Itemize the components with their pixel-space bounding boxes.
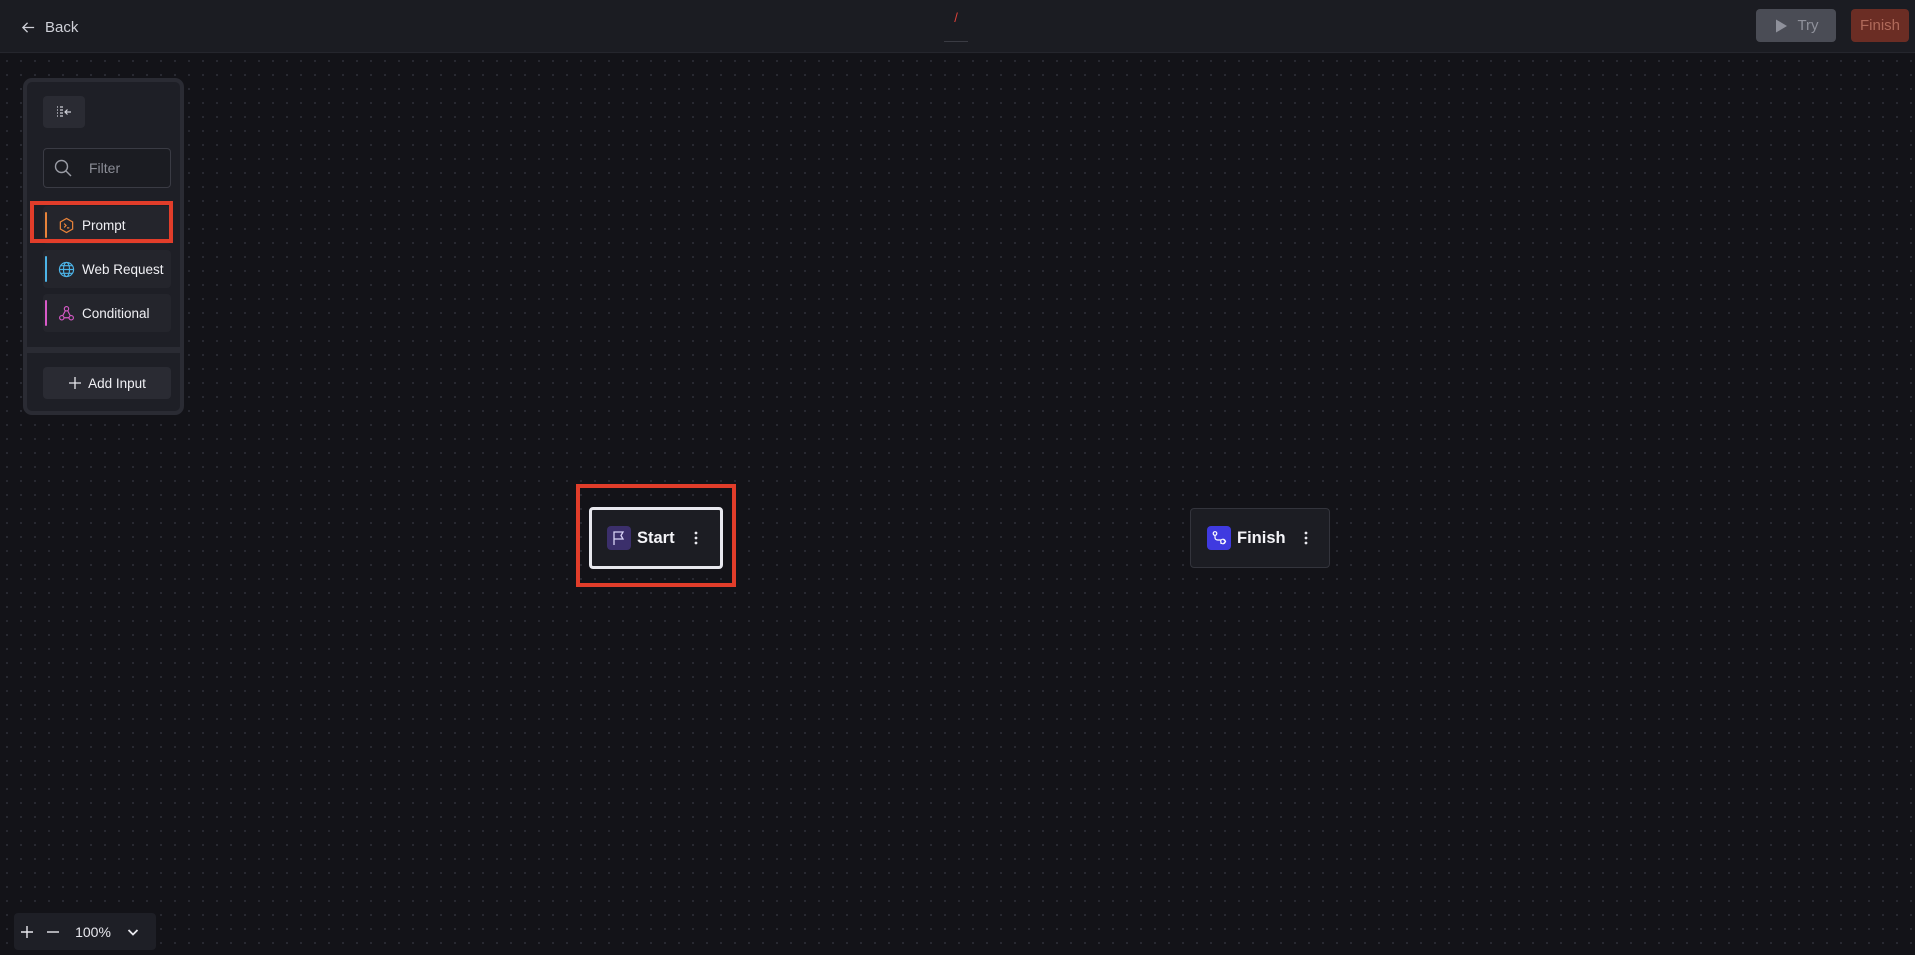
chevron-down-icon [127, 928, 139, 936]
plus-icon [69, 377, 82, 389]
try-button[interactable]: Try [1756, 9, 1836, 42]
node-palette: Prompt Web Request Conditional Add Input [23, 78, 184, 415]
minus-icon [47, 930, 59, 933]
plus-icon [21, 925, 33, 938]
palette-item-conditional[interactable]: Conditional [43, 294, 171, 332]
zoom-in-button[interactable] [14, 919, 40, 945]
breadcrumb[interactable]: / [944, 10, 968, 42]
collapse-sidebar-button[interactable] [43, 96, 85, 128]
start-highlight-box [576, 484, 736, 587]
back-label: Back [45, 18, 79, 36]
filter-input[interactable] [87, 159, 161, 177]
vertical-dots-icon [1304, 531, 1307, 545]
finish-label: Finish [1859, 17, 1900, 34]
divider [27, 347, 180, 353]
add-input-button[interactable]: Add Input [43, 367, 171, 399]
flow-canvas[interactable] [0, 54, 1915, 955]
palette-item-label: Web Request [82, 261, 164, 277]
zoom-controls: 100% [14, 913, 156, 950]
try-label: Try [1797, 17, 1819, 34]
back-button[interactable]: Back [21, 16, 78, 38]
add-input-label: Add Input [88, 375, 146, 391]
finish-node[interactable]: Finish [1190, 508, 1330, 568]
node-menu-button[interactable] [1300, 529, 1312, 547]
globe-icon [57, 260, 75, 278]
zoom-out-button[interactable] [40, 919, 66, 945]
play-icon [1776, 19, 1788, 32]
collapse-panel-icon [57, 106, 71, 117]
route-icon [1207, 526, 1231, 550]
top-bar: Back / Try Finish [0, 0, 1915, 53]
accent-stripe [45, 300, 47, 326]
search-icon [54, 159, 72, 177]
finish-button[interactable]: Finish [1851, 9, 1909, 42]
accent-stripe [45, 256, 47, 282]
prompt-highlight-box [30, 201, 173, 243]
node-title: Finish [1237, 528, 1286, 547]
zoom-dropdown-button[interactable] [120, 919, 146, 945]
palette-item-label: Conditional [82, 305, 150, 321]
zoom-level: 100% [75, 923, 111, 940]
conditional-branch-icon [57, 304, 75, 322]
palette-item-web-request[interactable]: Web Request [43, 250, 171, 288]
arrow-left-icon [21, 21, 35, 33]
filter-field[interactable] [43, 148, 171, 188]
